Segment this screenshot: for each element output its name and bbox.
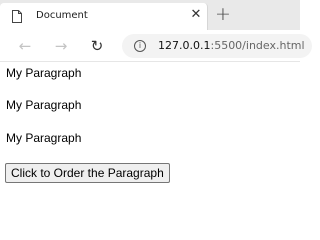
tab-document[interactable]: Document ✕ xyxy=(0,3,208,30)
url-text[interactable]: 127.0.0.1:5500/index.html xyxy=(158,39,305,52)
back-arrow-icon[interactable]: ← xyxy=(16,37,34,55)
page-content: My Paragraph My Paragraph My Paragraph C… xyxy=(0,62,300,210)
info-icon[interactable]: i xyxy=(134,40,146,52)
tab-title: Document xyxy=(36,10,88,21)
browser-toolbar: ← → ↻ i 127.0.0.1:5500/index.html xyxy=(0,30,312,62)
reload-icon[interactable]: ↻ xyxy=(88,37,106,55)
paragraph: My Paragraph xyxy=(6,66,82,80)
paragraph: My Paragraph xyxy=(6,98,82,112)
paragraph: My Paragraph xyxy=(6,131,82,145)
new-tab-icon[interactable]: + xyxy=(214,4,232,24)
tab-strip: Document ✕ + xyxy=(0,0,300,30)
order-paragraph-button[interactable]: Click to Order the Paragraph xyxy=(5,163,170,183)
close-icon[interactable]: ✕ xyxy=(188,7,204,23)
address-bar[interactable]: i 127.0.0.1:5500/index.html xyxy=(122,34,312,58)
url-host: 127.0.0.1 xyxy=(158,39,211,52)
url-path: :5500/index.html xyxy=(210,39,305,52)
page-icon xyxy=(12,10,22,23)
forward-arrow-icon[interactable]: → xyxy=(52,37,70,55)
